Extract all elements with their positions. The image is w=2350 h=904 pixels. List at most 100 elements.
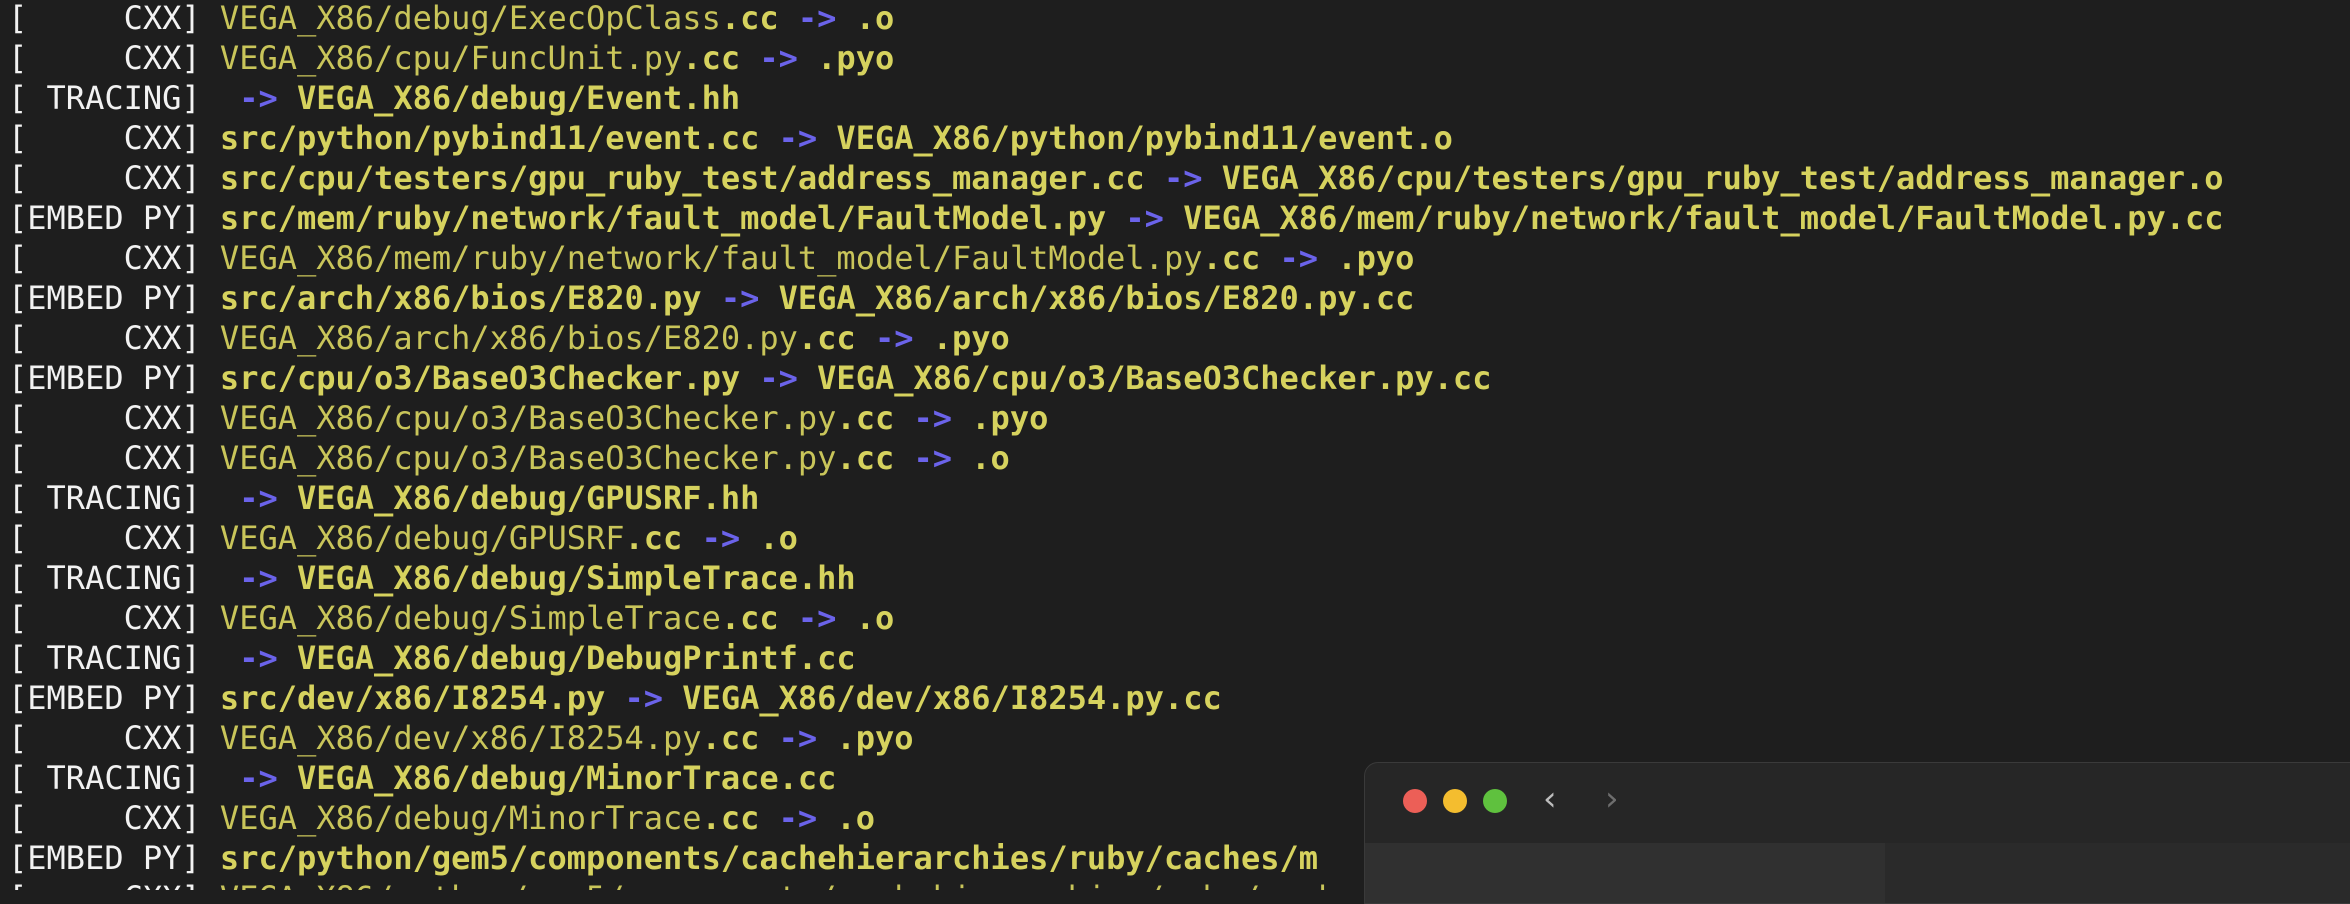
file-path-segment: VEGA_X86/debug/GPUSRF <box>219 519 625 557</box>
file-path-segment: .o <box>855 0 895 37</box>
arrow-separator: -> <box>855 319 933 357</box>
file-path-segment: .pyo <box>817 39 895 77</box>
file-path-segment: .cc <box>836 399 895 437</box>
terminal-line: [ TRACING] -> VEGA_X86/debug/DebugPrintf… <box>8 638 856 678</box>
file-path-segment: .cc <box>720 599 779 637</box>
file-path-segment: src/dev/x86/I8254.py <box>219 679 606 717</box>
arrow-separator: -> <box>1260 239 1338 277</box>
arrow-separator: -> <box>219 639 297 677</box>
file-path-segment: VEGA_X86/debug/MinorTrace <box>219 799 702 837</box>
build-step-tag: [ CXX] <box>8 0 220 37</box>
build-step-tag: [ CXX] <box>8 519 220 557</box>
file-path-segment: .cc <box>720 0 779 37</box>
build-step-tag: [EMBED PY] <box>8 279 220 317</box>
file-path-segment: .cc <box>701 719 760 757</box>
file-path-segment: VEGA_X86/cpu/FuncUnit.py <box>219 39 683 77</box>
file-path-segment: src/arch/x86/bios/E820.py <box>219 279 702 317</box>
file-path-segment: src/mem/ruby/network/fault_model/FaultMo… <box>219 199 1107 237</box>
terminal-line: [ CXX] VEGA_X86/arch/x86/bios/E820.py.cc… <box>8 318 1010 358</box>
terminal-line: [ CXX] VEGA_X86/debug/SimpleTrace.cc -> … <box>8 598 894 638</box>
file-path-segment: src/cpu/testers/gpu_ruby_test/address_ma… <box>219 159 1145 197</box>
floating-window[interactable]: ‹ › <box>1364 762 2350 904</box>
file-path-segment: VEGA_X86/arch/x86/bios/E820.py.cc <box>778 279 1415 317</box>
build-step-tag: [ CXX] <box>8 879 220 890</box>
back-arrow-icon[interactable]: ‹ <box>1543 777 1557 821</box>
build-step-tag: [ TRACING] <box>8 639 220 677</box>
terminal-line: [ CXX] VEGA_X86/mem/ruby/network/fault_m… <box>8 238 1414 278</box>
arrow-separator: -> <box>894 439 972 477</box>
terminal-line: [EMBED PY] src/dev/x86/I8254.py -> VEGA_… <box>8 678 1222 718</box>
arrow-separator: -> <box>778 599 856 637</box>
arrow-separator: -> <box>778 0 856 37</box>
arrow-separator: -> <box>219 559 297 597</box>
terminal-line: [EMBED PY] src/arch/x86/bios/E820.py -> … <box>8 278 1414 318</box>
terminal-line: [EMBED PY] src/python/gem5/components/ca… <box>8 838 1318 878</box>
build-step-tag: [EMBED PY] <box>8 199 220 237</box>
arrow-separator: -> <box>701 279 779 317</box>
build-step-tag: [ TRACING] <box>8 479 220 517</box>
file-path-segment: .cc <box>797 319 856 357</box>
minimize-icon[interactable] <box>1443 789 1467 813</box>
window-content-pane <box>1365 843 1885 903</box>
file-path-segment: VEGA_X86/python/pybind11/event.o <box>836 119 1453 157</box>
file-path-segment: VEGA_X86/mem/ruby/network/fault_model/Fa… <box>1183 199 2224 237</box>
terminal-line: [ CXX] VEGA_X86/python/gem5/components/c… <box>8 878 1376 890</box>
build-step-tag: [ CXX] <box>8 439 220 477</box>
file-path-segment: src/python/gem5/components/cachehierarch… <box>219 839 1319 877</box>
arrow-separator: -> <box>740 39 818 77</box>
arrow-separator: -> <box>219 79 297 117</box>
file-path-segment: VEGA_X86/cpu/o3/BaseO3Checker.py.cc <box>817 359 1492 397</box>
arrow-separator: -> <box>759 719 837 757</box>
build-step-tag: [ TRACING] <box>8 759 220 797</box>
zoom-icon[interactable] <box>1483 789 1507 813</box>
file-path-segment: VEGA_X86/debug/SimpleTrace <box>219 599 721 637</box>
terminal-line: [EMBED PY] src/cpu/o3/BaseO3Checker.py -… <box>8 358 1491 398</box>
file-path-segment: VEGA_X86/debug/ExecOpClass <box>219 0 721 37</box>
file-path-segment: .o <box>971 439 1010 477</box>
build-step-tag: [ CXX] <box>8 719 220 757</box>
terminal-line: [ CXX] VEGA_X86/debug/GPUSRF.cc -> .o <box>8 518 798 558</box>
file-path-segment: VEGA_X86/debug/GPUSRF.hh <box>296 479 760 517</box>
build-step-tag: [ CXX] <box>8 239 220 277</box>
file-path-segment: .pyo <box>836 719 914 757</box>
file-path-segment: .cc <box>1202 239 1261 277</box>
forward-arrow-icon[interactable]: › <box>1605 777 1619 821</box>
file-path-segment: VEGA_X86/cpu/o3/BaseO3Checker.py <box>219 439 837 477</box>
file-path-segment: VEGA_X86/debug/DebugPrintf.cc <box>296 639 856 677</box>
terminal-output: [ CXX] VEGA_X86/debug/ExecOpClass.cc -> … <box>0 0 2350 890</box>
build-step-tag: [EMBED PY] <box>8 359 220 397</box>
arrow-separator: -> <box>1144 159 1222 197</box>
terminal-line: [ TRACING] -> VEGA_X86/debug/GPUSRF.hh <box>8 478 759 518</box>
window-content-pane-right <box>1885 843 2350 903</box>
file-path-segment: src/python/pybind11/event.cc <box>219 119 760 157</box>
terminal-line: [ CXX] VEGA_X86/debug/ExecOpClass.cc -> … <box>8 0 894 38</box>
build-step-tag: [EMBED PY] <box>8 679 220 717</box>
build-step-tag: [ CXX] <box>8 119 220 157</box>
file-path-segment: VEGA_X86/cpu/testers/gpu_ruby_test/addre… <box>1221 159 2224 197</box>
terminal-line: [EMBED PY] src/mem/ruby/network/fault_mo… <box>8 198 2224 238</box>
terminal-line: [ CXX] VEGA_X86/debug/MinorTrace.cc -> .… <box>8 798 875 838</box>
file-path-segment: .cc <box>836 439 895 477</box>
file-path-segment: VEGA_X86/cpu/o3/BaseO3Checker.py <box>219 399 837 437</box>
build-step-tag: [ TRACING] <box>8 559 220 597</box>
terminal-line: [ CXX] VEGA_X86/cpu/FuncUnit.py.cc -> .p… <box>8 38 894 78</box>
build-step-tag: [ CXX] <box>8 799 220 837</box>
arrow-separator: -> <box>759 799 837 837</box>
build-step-tag: [ CXX] <box>8 39 220 77</box>
file-path-segment: .o <box>759 519 798 557</box>
build-step-tag: [ CXX] <box>8 399 220 437</box>
build-step-tag: [ TRACING] <box>8 79 220 117</box>
file-path-segment: .cc <box>682 39 741 77</box>
file-path-segment: src/cpu/o3/BaseO3Checker.py <box>219 359 741 397</box>
file-path-segment: VEGA_X86/mem/ruby/network/fault_model/Fa… <box>219 239 1203 277</box>
arrow-separator: -> <box>740 359 818 397</box>
arrow-separator: -> <box>1106 199 1184 237</box>
file-path-segment: VEGA_X86/python/gem5/components/cachehie… <box>220 879 1376 890</box>
terminal-line: [ CXX] VEGA_X86/cpu/o3/BaseO3Checker.py.… <box>8 438 1010 478</box>
file-path-segment: VEGA_X86/debug/MinorTrace.cc <box>296 759 837 797</box>
build-step-tag: [ CXX] <box>8 319 220 357</box>
close-icon[interactable] <box>1403 789 1427 813</box>
terminal-line: [ CXX] VEGA_X86/dev/x86/I8254.py.cc -> .… <box>8 718 913 758</box>
file-path-segment: .cc <box>624 519 683 557</box>
terminal-line: [ TRACING] -> VEGA_X86/debug/SimpleTrace… <box>8 558 856 598</box>
